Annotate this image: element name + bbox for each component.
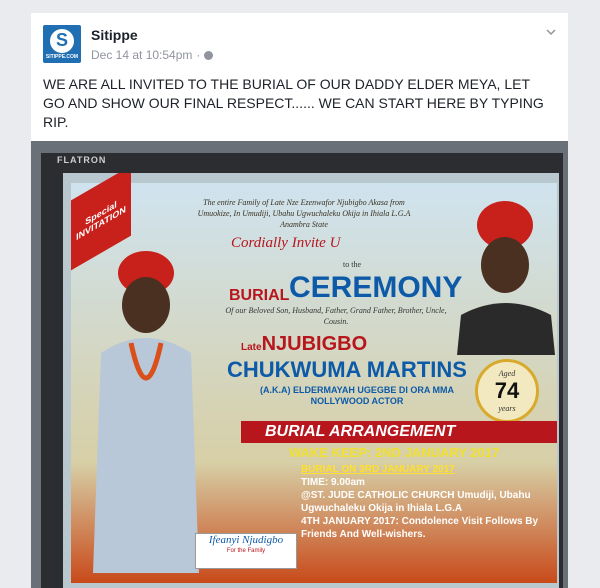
family-line: The entire Family of Late Nze Ezenwafor … <box>197 198 411 229</box>
monitor-brand: FLATRON <box>57 155 107 165</box>
arrangement-details: BURIAL ON 3RD JANUARY 2017 TIME: 9.00am … <box>301 463 557 541</box>
elder-portrait <box>93 251 199 573</box>
signer-sub: For the Family <box>226 548 266 554</box>
sitippe-logo-icon: S <box>50 28 74 53</box>
feed-post: S SITIPPE.COM Sitippe Dec 14 at 10:54pm … <box>31 13 568 588</box>
page-avatar[interactable]: S SITIPPE.COM <box>43 25 81 63</box>
burial-poster: Special INVITATION The entire Family of … <box>71 173 557 583</box>
burial-venue: @ST. JUDE CATHOLIC CHURCH Umudiji, Ubahu… <box>301 490 531 514</box>
chevron-down-icon[interactable] <box>546 27 556 37</box>
to-the-text: to the <box>343 260 361 269</box>
post-author[interactable]: Sitippe <box>91 27 138 43</box>
ceremony-word: CEREMONY <box>289 271 463 304</box>
post-message: WE ARE ALL INVITED TO THE BURIAL OF OUR … <box>43 76 544 130</box>
late-surname: NJUBIGBO <box>261 333 368 355</box>
post-photo[interactable]: FLATRON Special INVITATION The entire Fa… <box>31 141 568 588</box>
age-unit: years <box>498 404 516 413</box>
age-label: Aged <box>498 369 516 378</box>
age-badge: Aged 74 years <box>475 359 539 423</box>
post-timestamp[interactable]: Dec 14 at 10:54pm <box>91 48 192 62</box>
post-meta: Dec 14 at 10:54pm · <box>91 48 214 62</box>
burial-time: TIME: 9.00am <box>301 477 365 488</box>
aka-line: (A.K.A) ELDERMAYAH UGEGBE DI ORA MMA NOL… <box>259 385 454 406</box>
burial-date: BURIAL ON 3RD JANUARY 2017 <box>301 464 455 475</box>
monitor: FLATRON Special INVITATION The entire Fa… <box>41 153 563 588</box>
monitor-screen: Special INVITATION The entire Family of … <box>63 173 559 588</box>
elder-portrait-inset <box>457 201 555 355</box>
condolence-line: 4TH JANUARY 2017: Condolence Visit Follo… <box>301 516 539 540</box>
burial-word: BURIAL <box>229 287 290 304</box>
invite-text: Cordially Invite U <box>231 235 341 251</box>
arrangement-banner: BURIAL ARRANGEMENT <box>241 421 557 443</box>
late-prefix: Late <box>241 342 262 353</box>
wake-keep: WAKE KEEP: 2ND JANUARY 2017 <box>289 445 500 460</box>
avatar-url-text: SITIPPE.COM <box>45 53 79 60</box>
age-value: 74 <box>494 378 520 403</box>
meta-separator: · <box>196 48 201 62</box>
globe-icon <box>204 50 214 60</box>
late-name: LateNJUBIGBO <box>241 333 367 356</box>
full-name: CHUKWUMA MARTINS <box>227 357 467 382</box>
signer-name: Ifeanyi Njudigbo <box>208 534 284 546</box>
signature-box: Ifeanyi Njudigbo For the Family <box>195 533 297 569</box>
beloved-line: Of our Beloved Son, Husband, Father, Gra… <box>225 306 447 326</box>
